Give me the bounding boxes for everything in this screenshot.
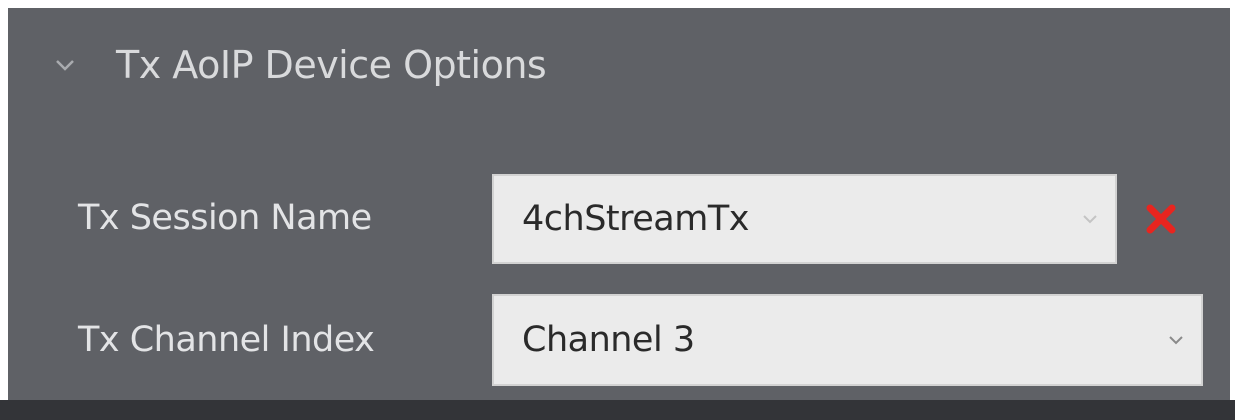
bottom-divider: [0, 400, 1235, 420]
chevron-down-icon[interactable]: [1065, 213, 1115, 225]
session-name-value: 4chStreamTx: [522, 199, 749, 239]
close-icon: [1144, 202, 1178, 241]
options-panel: Tx AoIP Device Options Tx Session Name 4…: [0, 0, 1235, 420]
clear-session-button[interactable]: [1140, 200, 1182, 242]
channel-index-value: Channel 3: [522, 320, 695, 360]
chevron-down-icon[interactable]: [1151, 334, 1201, 346]
session-name-label: Tx Session Name: [78, 198, 372, 238]
channel-index-dropdown[interactable]: Channel 3: [492, 294, 1203, 386]
session-name-dropdown[interactable]: 4chStreamTx: [492, 174, 1117, 264]
section-header[interactable]: Tx AoIP Device Options: [50, 30, 547, 100]
section-title: Tx AoIP Device Options: [116, 43, 547, 87]
chevron-down-icon[interactable]: [50, 50, 80, 80]
channel-index-label: Tx Channel Index: [78, 320, 375, 360]
